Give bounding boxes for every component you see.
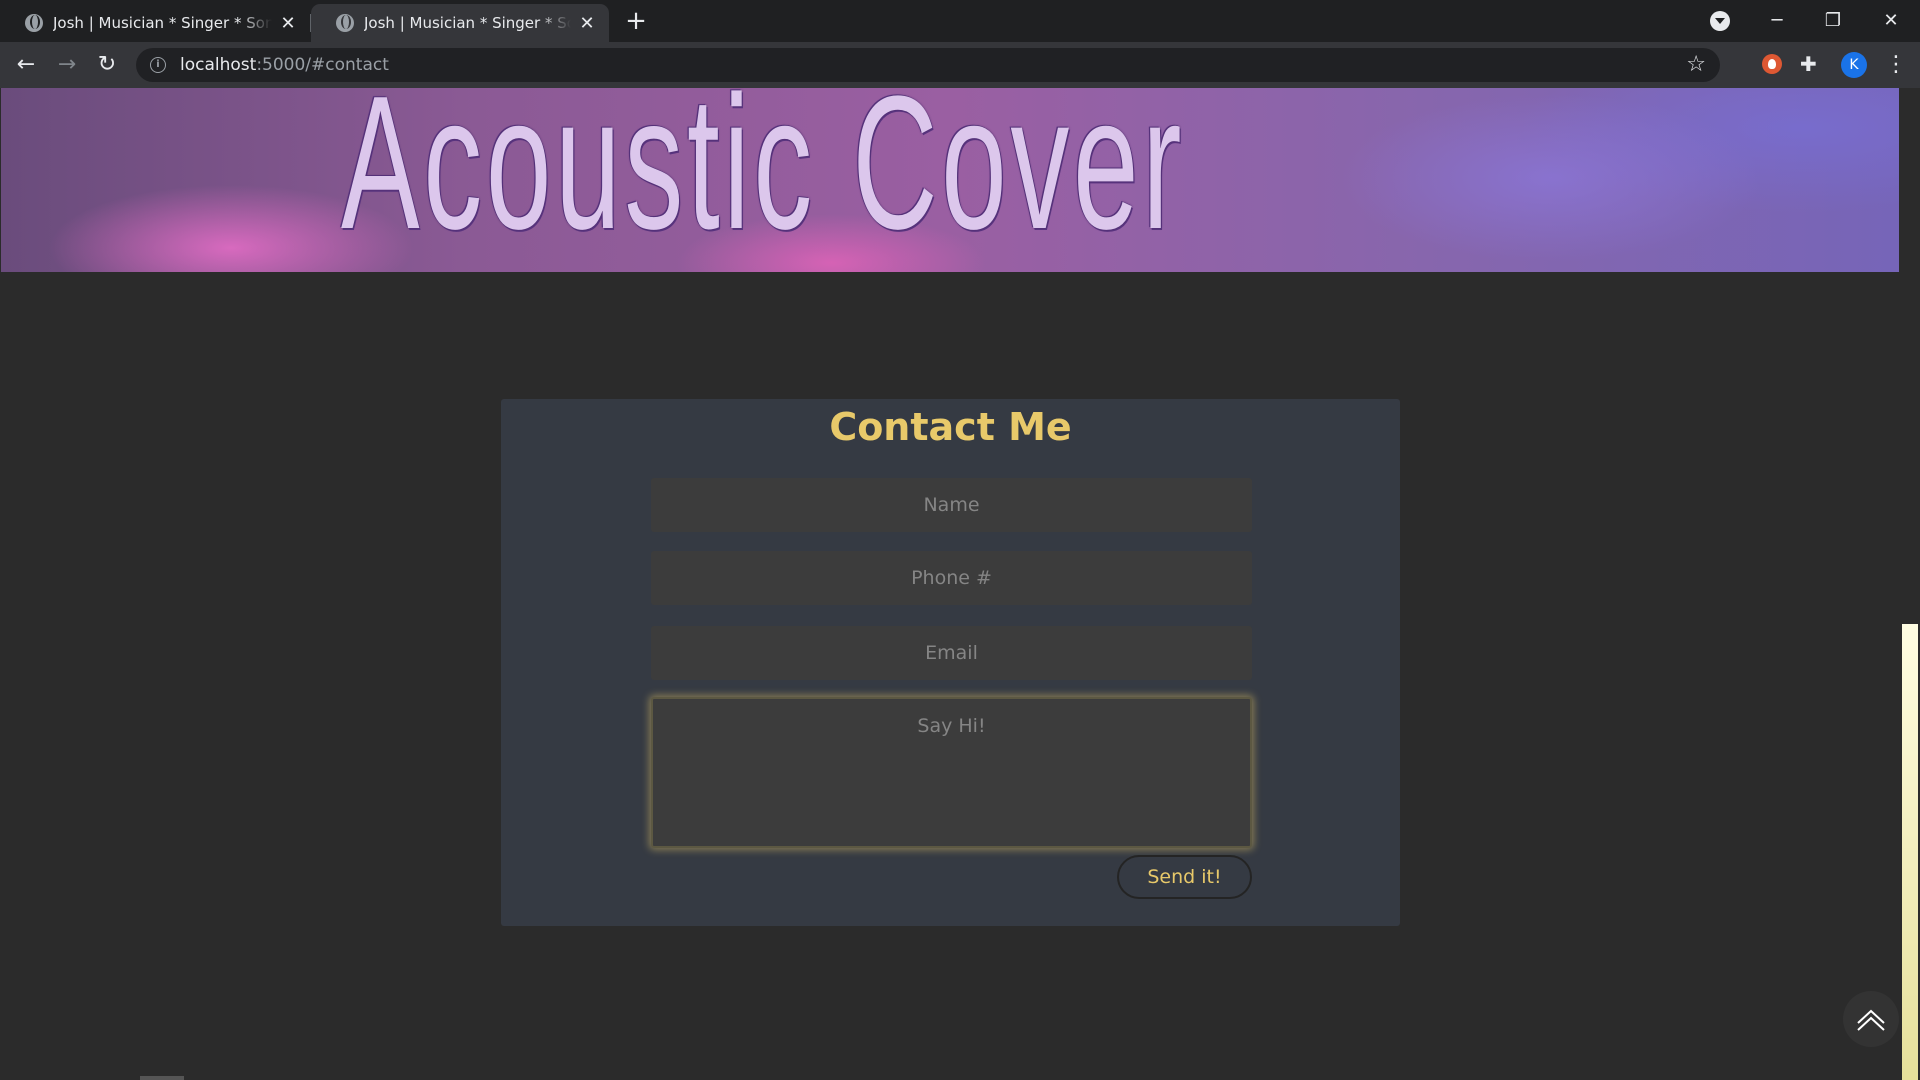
horizontal-scrollbar[interactable] xyxy=(140,1076,184,1080)
message-textarea[interactable] xyxy=(651,697,1252,848)
header-banner: Acoustic Cover xyxy=(1,88,1899,272)
window-close-icon[interactable]: ✕ xyxy=(1871,5,1911,37)
scrollbar-thumb[interactable] xyxy=(1902,624,1918,1080)
close-icon[interactable]: ✕ xyxy=(278,13,298,34)
scroll-up-icon[interactable] xyxy=(1843,991,1899,1047)
restore-icon[interactable]: ❐ xyxy=(1813,5,1853,37)
star-icon[interactable]: ☆ xyxy=(1686,52,1706,78)
avatar[interactable]: K xyxy=(1841,52,1867,78)
globe-icon xyxy=(25,14,43,32)
puzzle-icon[interactable]: ✚ xyxy=(1800,50,1817,78)
send-button[interactable]: Send it! xyxy=(1117,855,1252,899)
url-text[interactable]: localhost:5000/#contact xyxy=(180,55,389,75)
plus-icon[interactable]: + xyxy=(622,8,650,36)
email-input[interactable] xyxy=(651,626,1252,680)
forward-icon[interactable]: → xyxy=(51,49,83,81)
duckduckgo-icon[interactable] xyxy=(1762,54,1782,74)
tab-bar: Josh | Musician * Singer * Songwriter ✕ … xyxy=(0,0,1920,42)
phone-input[interactable] xyxy=(651,551,1252,605)
tab-title: Josh | Musician * Singer * Songwriter xyxy=(364,14,571,32)
tab-title: Josh | Musician * Singer * Songwriter xyxy=(53,14,272,32)
name-input[interactable] xyxy=(651,478,1252,532)
info-icon[interactable]: i xyxy=(150,57,166,73)
url-host: localhost xyxy=(180,55,257,75)
back-icon[interactable]: ← xyxy=(10,49,42,81)
contact-heading: Contact Me xyxy=(829,405,1072,449)
tab-1[interactable]: Josh | Musician * Singer * Songwriter ✕ xyxy=(0,4,310,42)
close-icon[interactable]: ✕ xyxy=(577,13,597,34)
minimize-icon[interactable]: ─ xyxy=(1757,5,1797,37)
browser-toolbar: ← → ↻ i localhost:5000/#contact ☆ ✚ K ⋮ xyxy=(0,42,1920,88)
contact-form-card: Contact Me Send it! xyxy=(501,399,1400,926)
globe-icon xyxy=(336,14,354,32)
tab-search-icon[interactable] xyxy=(1710,11,1730,31)
reload-icon[interactable]: ↻ xyxy=(91,49,123,81)
page-content: Acoustic Cover Contact Me Send it! xyxy=(0,88,1920,1080)
menu-icon[interactable]: ⋮ xyxy=(1885,50,1907,80)
tab-2-active[interactable]: Josh | Musician * Singer * Songwriter ✕ xyxy=(311,4,609,42)
url-path: :5000/#contact xyxy=(256,55,389,75)
banner-title: Acoustic Cover xyxy=(341,88,1186,269)
address-bar[interactable]: i localhost:5000/#contact ☆ xyxy=(136,48,1720,82)
